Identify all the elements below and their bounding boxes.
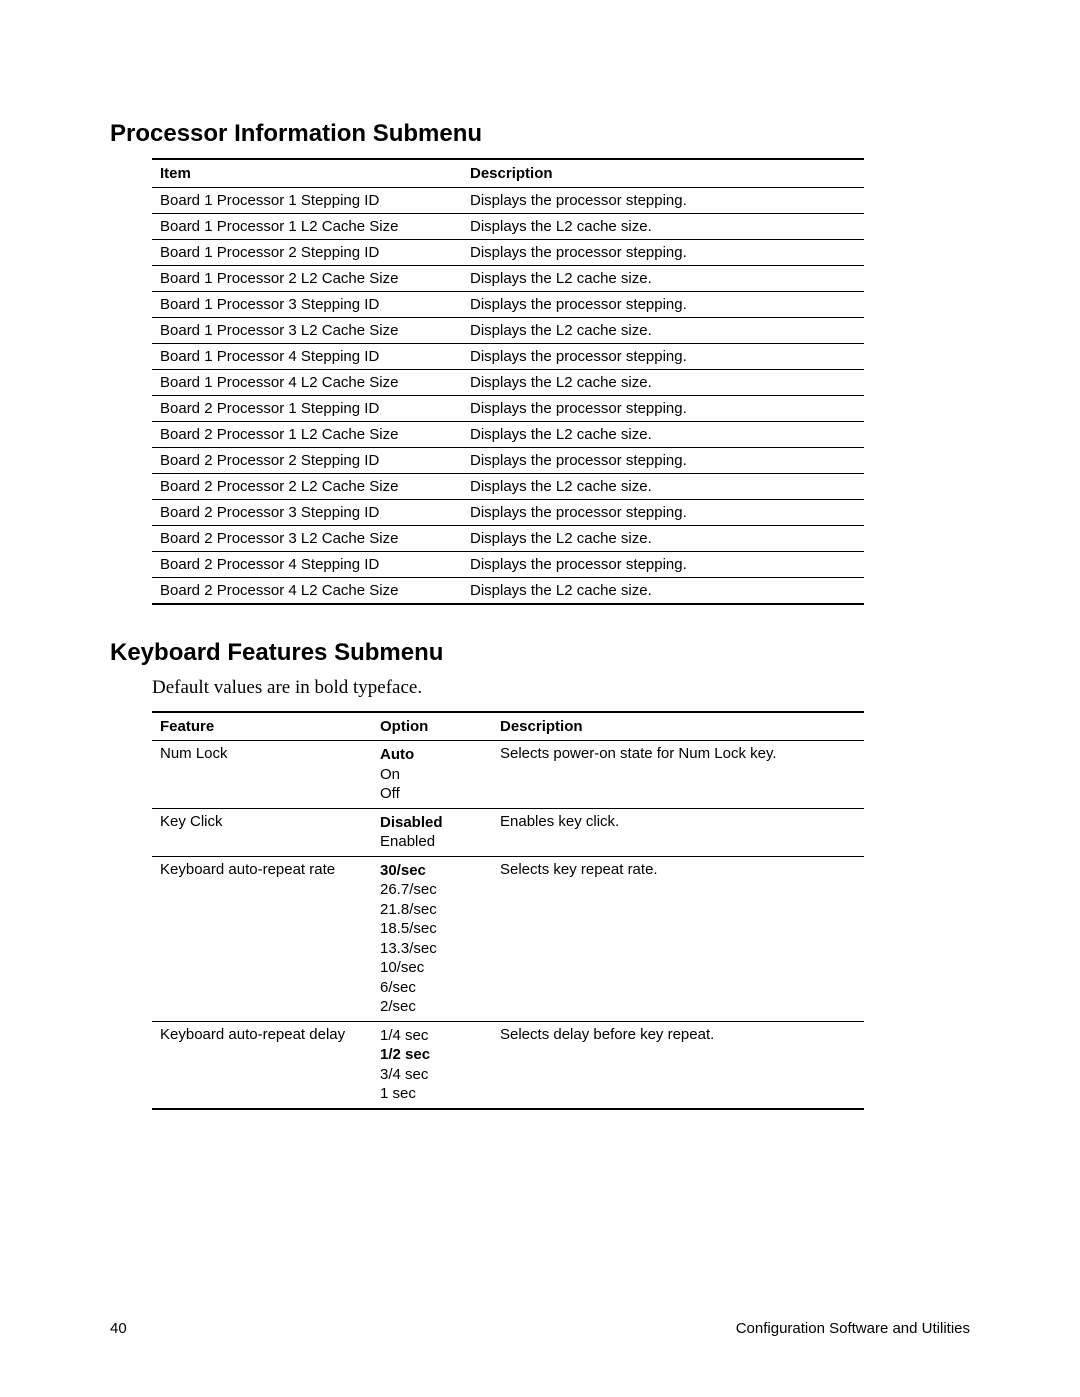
- option-value: 18.5/sec: [380, 919, 484, 939]
- table-row: Keyboard auto-repeat delay1/4 sec1/2 sec…: [152, 1021, 864, 1109]
- table-row: Board 1 Processor 3 L2 Cache SizeDisplay…: [152, 318, 864, 344]
- cell-feature: Num Lock: [152, 741, 372, 809]
- option-value: 1 sec: [380, 1084, 484, 1104]
- table-row: Board 1 Processor 2 Stepping IDDisplays …: [152, 240, 864, 266]
- cell-description: Displays the L2 cache size.: [462, 370, 864, 396]
- cell-description: Displays the processor stepping.: [462, 188, 864, 214]
- header-description: Description: [462, 159, 864, 188]
- option-value: 1/4 sec: [380, 1026, 484, 1046]
- cell-option: AutoOnOff: [372, 741, 492, 809]
- table-header-row: Item Description: [152, 159, 864, 188]
- table-row: Board 2 Processor 1 Stepping IDDisplays …: [152, 396, 864, 422]
- table-row: Board 2 Processor 2 Stepping IDDisplays …: [152, 448, 864, 474]
- option-value: On: [380, 765, 484, 785]
- cell-feature: Keyboard auto-repeat delay: [152, 1021, 372, 1109]
- option-value: 1/2 sec: [380, 1045, 484, 1065]
- cell-item: Board 2 Processor 3 L2 Cache Size: [152, 526, 462, 552]
- keyboard-table: Feature Option Description Num LockAutoO…: [152, 711, 864, 1110]
- cell-item: Board 2 Processor 3 Stepping ID: [152, 500, 462, 526]
- table-row: Board 1 Processor 1 Stepping IDDisplays …: [152, 188, 864, 214]
- option-value: 13.3/sec: [380, 939, 484, 959]
- table-row: Board 1 Processor 4 L2 Cache SizeDisplay…: [152, 370, 864, 396]
- cell-item: Board 2 Processor 4 L2 Cache Size: [152, 578, 462, 605]
- header-item: Item: [152, 159, 462, 188]
- keyboard-heading: Keyboard Features Submenu: [110, 639, 970, 667]
- cell-description: Displays the processor stepping.: [462, 240, 864, 266]
- cell-description: Enables key click.: [492, 808, 864, 856]
- option-value: Auto: [380, 745, 484, 765]
- header-option: Option: [372, 712, 492, 741]
- cell-item: Board 2 Processor 2 Stepping ID: [152, 448, 462, 474]
- cell-feature: Keyboard auto-repeat rate: [152, 856, 372, 1021]
- cell-description: Displays the L2 cache size.: [462, 214, 864, 240]
- page-footer: 40 Configuration Software and Utilities: [110, 1320, 970, 1337]
- table-row: Board 2 Processor 2 L2 Cache SizeDisplay…: [152, 474, 864, 500]
- cell-description: Displays the L2 cache size.: [462, 318, 864, 344]
- cell-description: Displays the processor stepping.: [462, 552, 864, 578]
- keyboard-note: Default values are in bold typeface.: [152, 677, 970, 699]
- cell-item: Board 2 Processor 2 L2 Cache Size: [152, 474, 462, 500]
- option-value: Off: [380, 784, 484, 804]
- option-value: 30/sec: [380, 861, 484, 881]
- option-value: Enabled: [380, 832, 484, 852]
- cell-description: Selects key repeat rate.: [492, 856, 864, 1021]
- processor-heading: Processor Information Submenu: [110, 120, 970, 148]
- cell-description: Displays the L2 cache size.: [462, 578, 864, 605]
- processor-table: Item Description Board 1 Processor 1 Ste…: [152, 158, 864, 605]
- page-number: 40: [110, 1320, 127, 1337]
- cell-option: 1/4 sec1/2 sec3/4 sec1 sec: [372, 1021, 492, 1109]
- table-row: Board 2 Processor 3 L2 Cache SizeDisplay…: [152, 526, 864, 552]
- cell-item: Board 2 Processor 4 Stepping ID: [152, 552, 462, 578]
- footer-title: Configuration Software and Utilities: [736, 1320, 970, 1337]
- cell-item: Board 1 Processor 4 L2 Cache Size: [152, 370, 462, 396]
- table-row: Board 2 Processor 3 Stepping IDDisplays …: [152, 500, 864, 526]
- table-row: Board 2 Processor 1 L2 Cache SizeDisplay…: [152, 422, 864, 448]
- table-row: Board 2 Processor 4 Stepping IDDisplays …: [152, 552, 864, 578]
- cell-item: Board 1 Processor 3 L2 Cache Size: [152, 318, 462, 344]
- cell-description: Displays the L2 cache size.: [462, 526, 864, 552]
- cell-description: Displays the processor stepping.: [462, 448, 864, 474]
- header-description: Description: [492, 712, 864, 741]
- option-value: 10/sec: [380, 958, 484, 978]
- table-row: Board 1 Processor 3 Stepping IDDisplays …: [152, 292, 864, 318]
- cell-description: Selects power-on state for Num Lock key.: [492, 741, 864, 809]
- processor-section: Processor Information Submenu Item Descr…: [110, 120, 970, 605]
- option-value: 26.7/sec: [380, 880, 484, 900]
- option-value: Disabled: [380, 813, 484, 833]
- cell-item: Board 1 Processor 3 Stepping ID: [152, 292, 462, 318]
- document-page: Processor Information Submenu Item Descr…: [0, 0, 1080, 1397]
- cell-feature: Key Click: [152, 808, 372, 856]
- keyboard-section: Keyboard Features Submenu Default values…: [110, 639, 970, 1110]
- cell-option: 30/sec26.7/sec21.8/sec18.5/sec13.3/sec10…: [372, 856, 492, 1021]
- cell-description: Displays the processor stepping.: [462, 292, 864, 318]
- cell-description: Displays the processor stepping.: [462, 500, 864, 526]
- cell-item: Board 1 Processor 2 Stepping ID: [152, 240, 462, 266]
- option-value: 6/sec: [380, 978, 484, 998]
- table-header-row: Feature Option Description: [152, 712, 864, 741]
- cell-description: Displays the L2 cache size.: [462, 266, 864, 292]
- cell-item: Board 1 Processor 1 Stepping ID: [152, 188, 462, 214]
- table-row: Board 2 Processor 4 L2 Cache SizeDisplay…: [152, 578, 864, 605]
- cell-item: Board 1 Processor 2 L2 Cache Size: [152, 266, 462, 292]
- table-row: Key ClickDisabledEnabledEnables key clic…: [152, 808, 864, 856]
- cell-description: Displays the processor stepping.: [462, 344, 864, 370]
- table-row: Board 1 Processor 1 L2 Cache SizeDisplay…: [152, 214, 864, 240]
- option-value: 2/sec: [380, 997, 484, 1017]
- table-row: Board 1 Processor 2 L2 Cache SizeDisplay…: [152, 266, 864, 292]
- cell-item: Board 2 Processor 1 Stepping ID: [152, 396, 462, 422]
- cell-item: Board 1 Processor 4 Stepping ID: [152, 344, 462, 370]
- cell-description: Displays the L2 cache size.: [462, 422, 864, 448]
- header-feature: Feature: [152, 712, 372, 741]
- option-value: 21.8/sec: [380, 900, 484, 920]
- cell-description: Displays the L2 cache size.: [462, 474, 864, 500]
- cell-item: Board 2 Processor 1 L2 Cache Size: [152, 422, 462, 448]
- cell-description: Selects delay before key repeat.: [492, 1021, 864, 1109]
- cell-option: DisabledEnabled: [372, 808, 492, 856]
- table-row: Board 1 Processor 4 Stepping IDDisplays …: [152, 344, 864, 370]
- option-value: 3/4 sec: [380, 1065, 484, 1085]
- table-row: Keyboard auto-repeat rate30/sec26.7/sec2…: [152, 856, 864, 1021]
- table-row: Num LockAutoOnOffSelects power-on state …: [152, 741, 864, 809]
- cell-item: Board 1 Processor 1 L2 Cache Size: [152, 214, 462, 240]
- cell-description: Displays the processor stepping.: [462, 396, 864, 422]
